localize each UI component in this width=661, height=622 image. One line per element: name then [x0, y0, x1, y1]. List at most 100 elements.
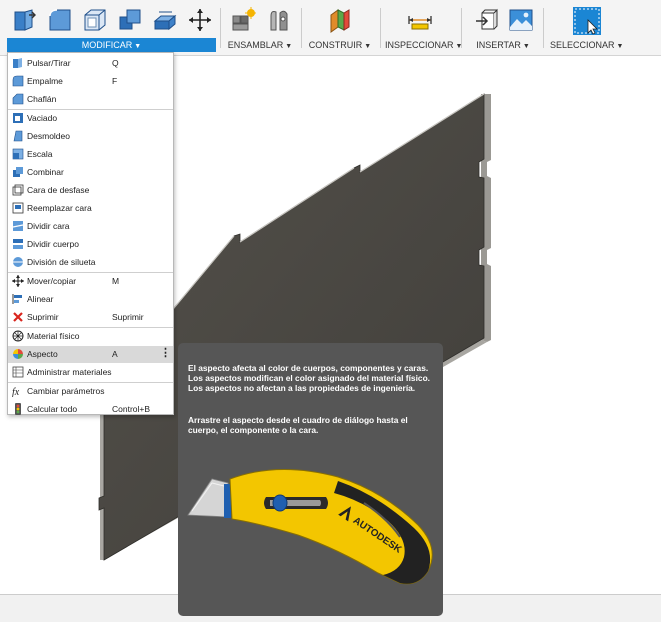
offset-face-icon: [12, 184, 24, 196]
move-icon[interactable]: [187, 7, 213, 33]
menu-item-label: Dividir cuerpo: [27, 239, 79, 249]
utility-knife-illustration: AUTODESK: [187, 468, 433, 585]
group-label: MODIFICAR: [81, 40, 133, 50]
menu-item-vaciado[interactable]: Vaciado: [8, 110, 173, 127]
insert-derive-icon[interactable]: [474, 7, 500, 33]
menu-item-shortcut: A: [112, 349, 118, 359]
menu-item-label: Alinear: [27, 294, 54, 304]
menu-item-cara-de-desfase[interactable]: Cara de desfase: [8, 182, 173, 199]
ensamblar-dropdown[interactable]: ENSAMBLAR ▼: [226, 38, 294, 52]
menu-item-label: Combinar: [27, 167, 64, 177]
construir-dropdown[interactable]: CONSTRUIR ▼: [308, 38, 372, 52]
appearance-icon: [12, 348, 24, 360]
menu-item-label: Pulsar/Tirar: [27, 58, 71, 68]
menu-item-label: Dividir cara: [27, 221, 70, 231]
menu-item-reemplazar-cara[interactable]: Reemplazar cara: [8, 200, 173, 217]
menu-item-label: Mover/copiar: [27, 276, 77, 286]
menu-item-label: Material físico: [27, 331, 80, 341]
group-label: ENSAMBLAR: [227, 40, 284, 50]
joint-icon[interactable]: [266, 7, 292, 33]
toolbar: MODIFICAR ▼ ENSAMBLAR ▼ CONSTRUIR ▼ INSPECC…: [0, 0, 661, 56]
menu-item-material-fisico[interactable]: Material físico: [8, 328, 173, 345]
combine-icon[interactable]: [117, 7, 143, 33]
new-component-icon[interactable]: [230, 7, 256, 33]
silhouette-split-icon: [12, 256, 24, 268]
physical-material-icon: [12, 330, 24, 342]
measure-icon[interactable]: [407, 7, 433, 33]
menu-item-cambiar-parametros[interactable]: fx Cambiar parámetros: [8, 383, 173, 400]
menu-item-label: División de silueta: [27, 257, 96, 267]
menu-item-desmoldeo[interactable]: Desmoldeo: [8, 128, 173, 145]
delete-icon: [12, 311, 24, 323]
menu-item-alinear[interactable]: Alinear: [8, 291, 173, 308]
appearance-tooltip: El aspecto afecta al color de cuerpos, c…: [178, 343, 443, 616]
menu-item-label: Desmoldeo: [27, 131, 70, 141]
construct-plane-icon[interactable]: [327, 7, 353, 33]
menu-item-empalme[interactable]: Empalme F: [8, 73, 173, 90]
menu-item-label: Suprimir: [27, 312, 59, 322]
compute-all-icon: [12, 403, 24, 415]
align-icon: [12, 293, 24, 305]
menu-item-pulsar-tirar[interactable]: Pulsar/Tirar Q: [8, 55, 173, 72]
menu-item-label: Escala: [27, 149, 53, 159]
press-pull-icon[interactable]: [12, 7, 38, 33]
menu-item-chaflan[interactable]: Chaflán: [8, 91, 173, 108]
menu-item-suprimir[interactable]: Suprimir Suprimir: [8, 309, 173, 326]
menu-item-label: Administrar materiales: [27, 367, 112, 377]
fillet-icon[interactable]: [47, 7, 73, 33]
modificar-dropdown[interactable]: MODIFICAR ▼: [7, 38, 216, 52]
menu-item-division-de-silueta[interactable]: División de silueta: [8, 254, 173, 271]
menu-item-label: Calcular todo: [27, 404, 78, 414]
press-pull-icon: [12, 57, 24, 69]
menu-item-shortcut: Q: [112, 58, 119, 68]
combine-icon: [12, 166, 24, 178]
chamfer-icon: [12, 93, 24, 105]
toolbar-separator: [543, 8, 544, 48]
select-icon[interactable]: [572, 6, 602, 36]
menu-item-calcular-todo[interactable]: Calcular todo Control+B: [8, 401, 173, 418]
manage-materials-icon: [12, 366, 24, 378]
seleccionar-dropdown[interactable]: SELECCIONAR ▼: [550, 38, 623, 52]
menu-item-shortcut: Suprimir: [112, 312, 144, 322]
menu-item-label: Cambiar parámetros: [27, 386, 105, 396]
parameters-icon: fx: [12, 385, 24, 398]
menu-item-administrar-materiales[interactable]: Administrar materiales: [8, 364, 173, 381]
group-label: CONSTRUIR: [308, 40, 363, 50]
menu-item-label: Cara de desfase: [27, 185, 90, 195]
group-label: INSERTAR: [476, 40, 521, 50]
shell-icon: [12, 112, 24, 124]
insert-image-icon[interactable]: [508, 7, 534, 33]
shell-icon[interactable]: [82, 7, 108, 33]
toolbar-separator: [220, 8, 221, 48]
split-face-icon: [12, 220, 24, 232]
menu-item-aspecto[interactable]: Aspecto A ⋮: [8, 346, 173, 363]
modificar-menu: Pulsar/Tirar Q Empalme F Chaflán Vaciado…: [7, 52, 174, 415]
caret-down-icon: ▼: [285, 43, 293, 50]
caret-down-icon: ▼: [134, 43, 142, 50]
group-label: INSPECCIONAR: [385, 40, 454, 50]
replace-face-icon: [12, 202, 24, 214]
menu-item-dividir-cara[interactable]: Dividir cara: [8, 218, 173, 235]
more-options-icon[interactable]: ⋮: [160, 346, 171, 359]
svg-text:fx: fx: [12, 387, 20, 397]
insertar-dropdown[interactable]: INSERTAR ▼: [475, 38, 531, 52]
menu-item-shortcut: F: [112, 76, 118, 86]
caret-down-icon: ▼: [616, 43, 624, 50]
menu-item-shortcut: M: [112, 276, 120, 286]
menu-item-mover-copiar[interactable]: Mover/copiar M: [8, 273, 173, 290]
menu-item-escala[interactable]: Escala: [8, 146, 173, 163]
move-icon: [12, 275, 24, 287]
draft-icon: [12, 130, 24, 142]
menu-item-combinar[interactable]: Combinar: [8, 164, 173, 181]
menu-item-label: Chaflán: [27, 94, 57, 104]
menu-item-dividir-cuerpo[interactable]: Dividir cuerpo: [8, 236, 173, 253]
caret-down-icon: ▼: [364, 43, 372, 50]
menu-item-label: Reemplazar cara: [27, 203, 92, 213]
toolbar-separator: [380, 8, 381, 48]
toolbar-separator: [301, 8, 302, 48]
menu-item-label: Aspecto: [27, 349, 58, 359]
caret-down-icon: ▼: [455, 43, 463, 50]
fillet-icon: [12, 75, 24, 87]
inspeccionar-dropdown[interactable]: INSPECCIONAR ▼: [385, 38, 462, 52]
scale-icon[interactable]: [152, 7, 178, 33]
